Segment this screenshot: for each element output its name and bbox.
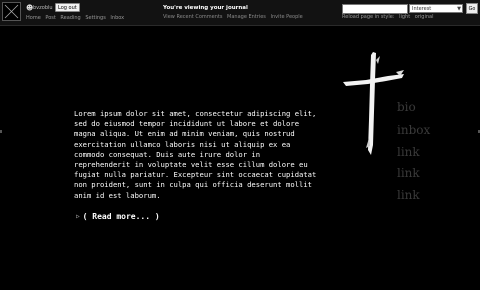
side-nav-link-3[interactable]: link — [397, 188, 420, 202]
read-more-link[interactable]: ▷( Read more... ) — [76, 204, 160, 223]
side-nav-inbox[interactable]: inbox — [397, 123, 430, 137]
style-switcher: Reload page in style: light original — [342, 14, 436, 20]
side-nav-bio[interactable]: bio — [397, 100, 416, 114]
read-more-label: ( Read more... ) — [82, 212, 160, 221]
manage-entries-link[interactable]: Manage Entries — [227, 14, 266, 20]
side-nav-link-1[interactable]: link — [397, 145, 420, 159]
nav-link-reading[interactable]: Reading — [60, 15, 80, 21]
main-nav: Home Post Reading Settings Inbox — [26, 15, 127, 21]
triangle-right-icon: ▷ — [76, 213, 80, 220]
entry-body: Lorem ipsum dolor sit amet, consectetur … — [74, 109, 317, 200]
search-type-select[interactable]: Interest ▼ — [409, 4, 463, 13]
logout-button[interactable]: Log out — [55, 3, 80, 12]
chevron-down-icon: ▼ — [457, 6, 461, 12]
left-edge-marker — [0, 130, 2, 133]
style-label: Reload page in style: — [342, 14, 395, 20]
style-option-light[interactable]: light — [399, 14, 410, 20]
nav-link-home[interactable]: Home — [26, 15, 41, 21]
invite-people-link[interactable]: Invite People — [271, 14, 303, 20]
view-recent-comments-link[interactable]: View Recent Comments — [163, 14, 222, 20]
nav-link-inbox[interactable]: Inbox — [110, 15, 124, 21]
viewing-journal-title: You're viewing your journal — [163, 5, 248, 11]
site-logo-icon[interactable] — [2, 2, 21, 21]
style-option-original[interactable]: original — [415, 14, 434, 20]
journal-links: View Recent Comments Manage Entries Invi… — [163, 14, 306, 20]
nav-link-post[interactable]: Post — [45, 15, 55, 21]
nav-link-settings[interactable]: Settings — [85, 15, 106, 21]
side-nav-link-2[interactable]: link — [397, 166, 420, 180]
username-link[interactable]: bvzoblu — [33, 5, 53, 11]
go-button[interactable]: Go — [466, 3, 478, 14]
search-type-value: Interest — [412, 6, 432, 12]
top-navigation-bar: ☻ bvzoblu Log out Home Post Reading Sett… — [0, 0, 480, 26]
search-input[interactable] — [342, 4, 408, 14]
